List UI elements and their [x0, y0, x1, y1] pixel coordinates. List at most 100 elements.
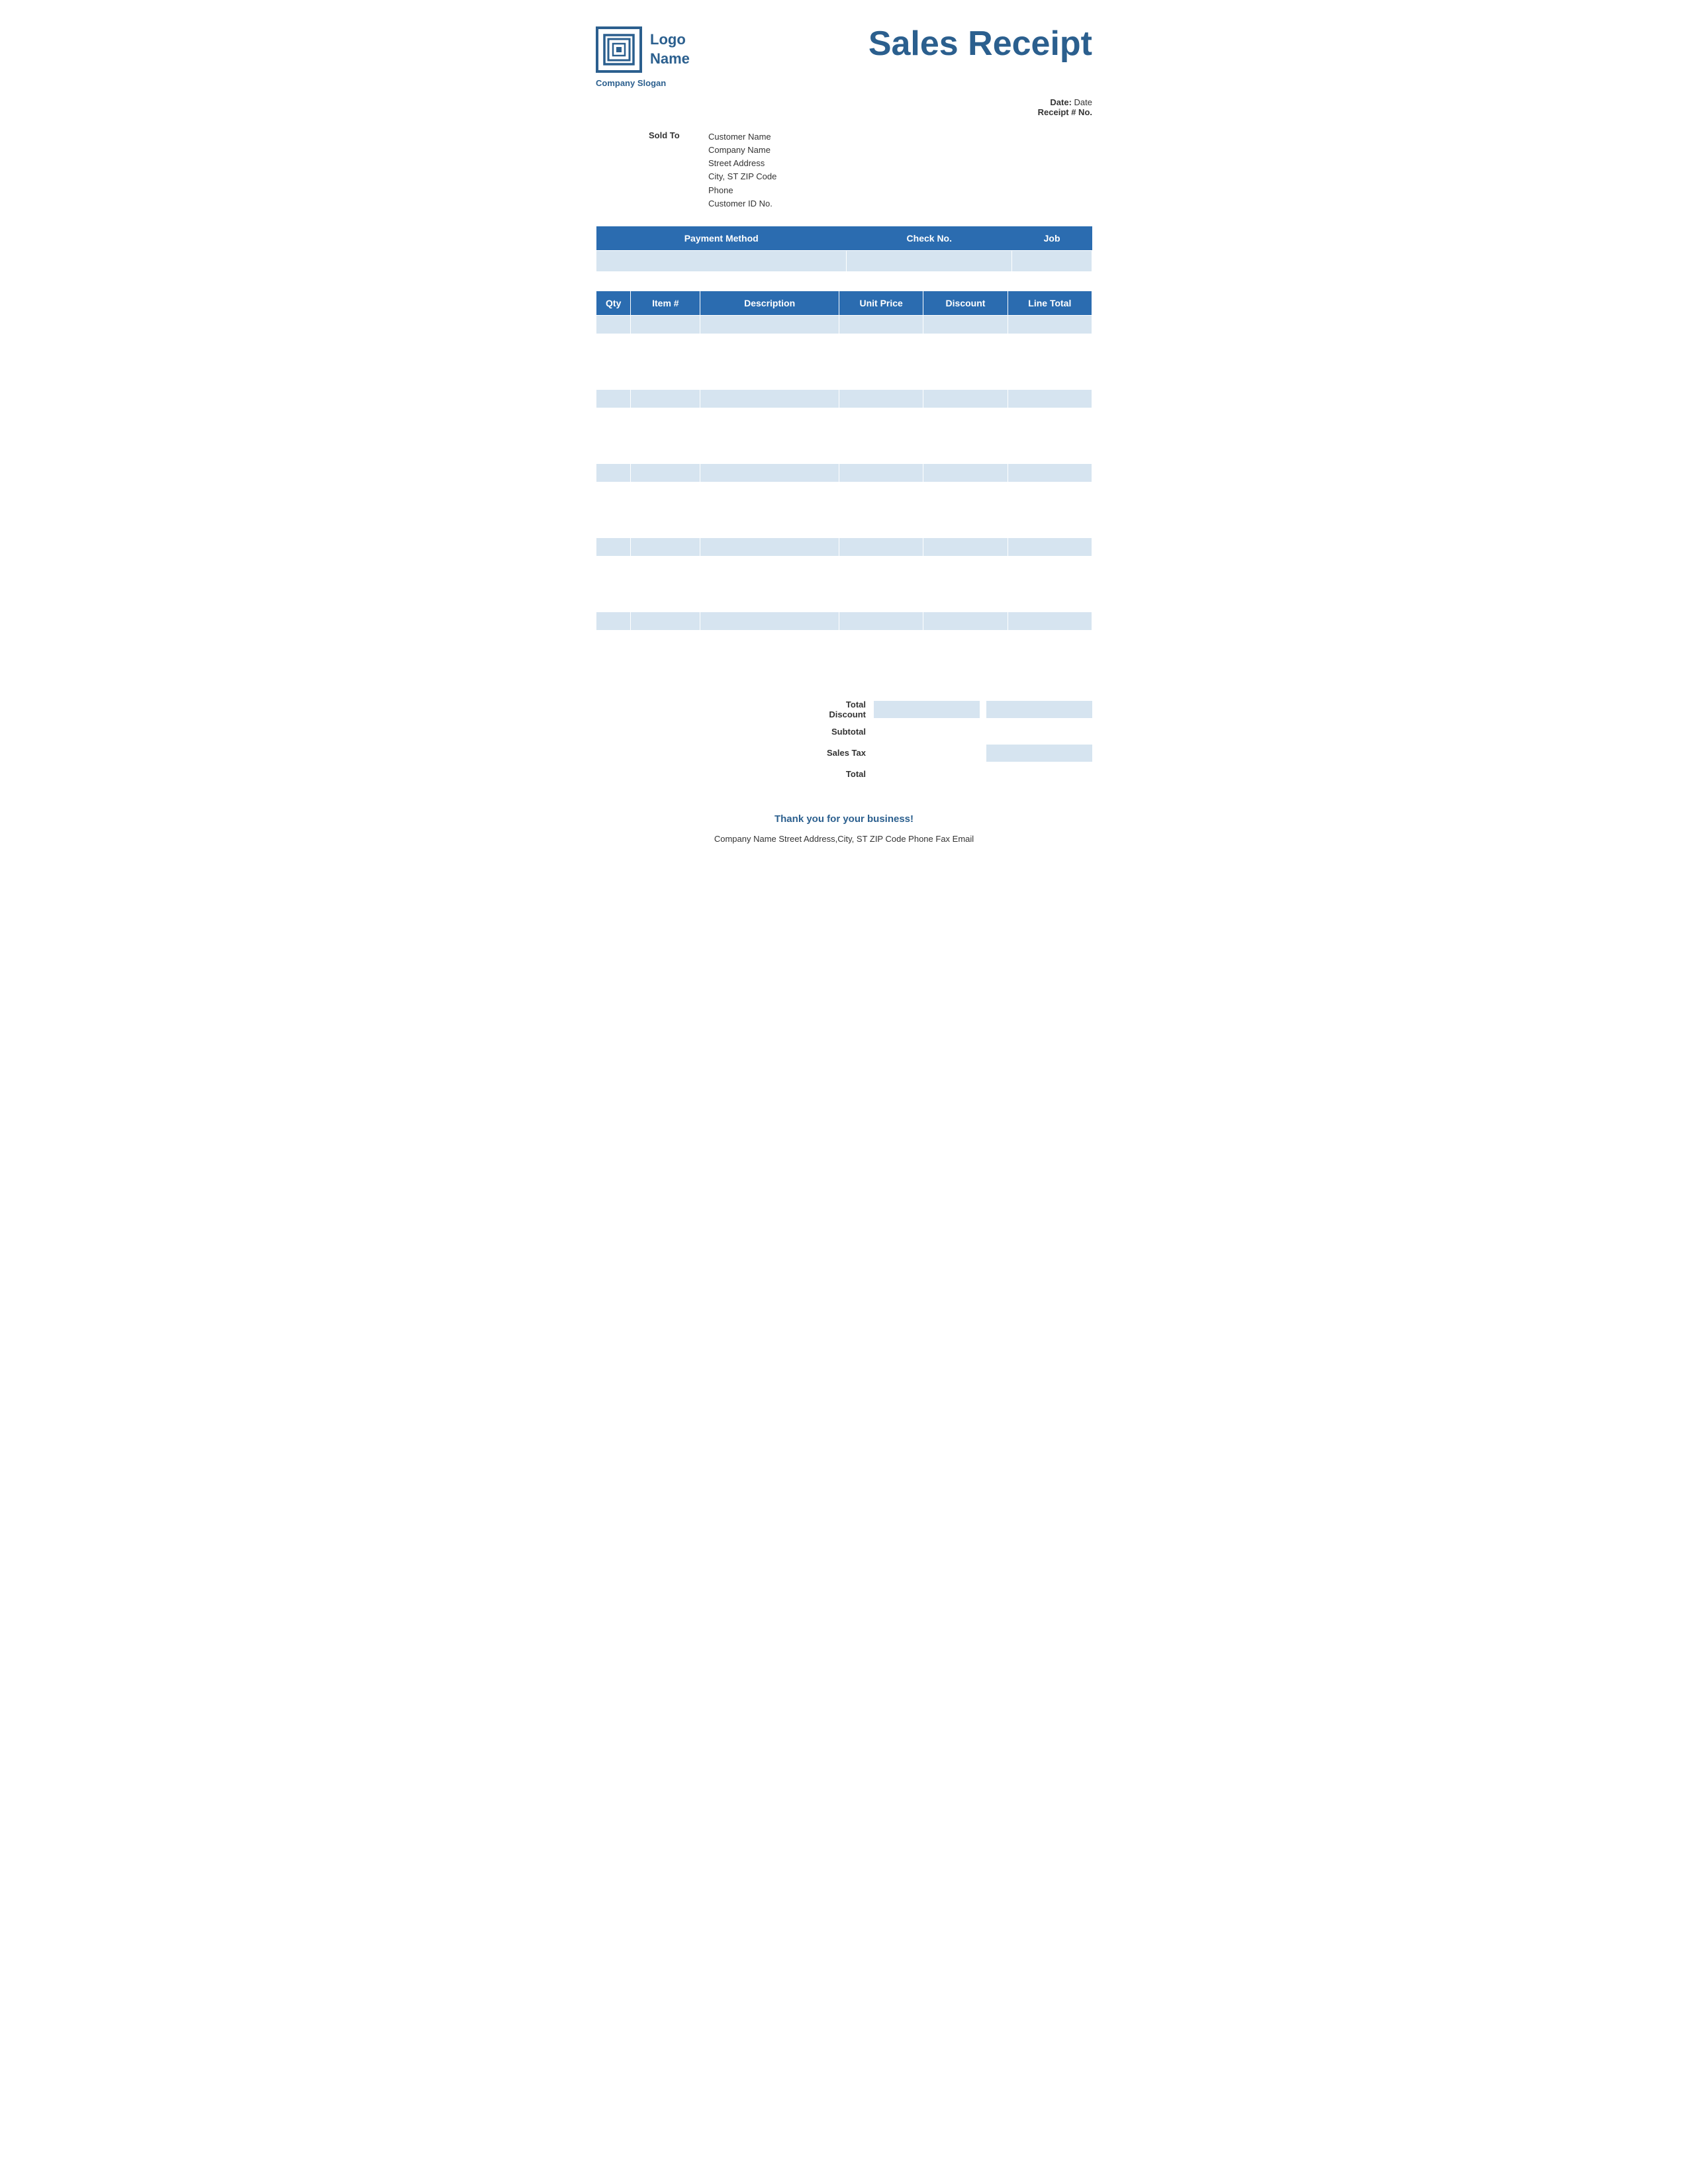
- date-value: Date: [1074, 97, 1092, 107]
- table-cell: [700, 463, 839, 482]
- table-cell: [1008, 426, 1092, 445]
- table-cell: [839, 574, 923, 593]
- subtotal-row: Subtotal: [814, 723, 1092, 741]
- table-row: [596, 537, 1092, 556]
- payment-method-cell: [596, 250, 847, 271]
- table-cell: [631, 426, 700, 445]
- page-title: Sales Receipt: [868, 26, 1092, 61]
- table-cell: [923, 389, 1008, 408]
- table-spacer-row: [596, 482, 1092, 500]
- table-cell: [700, 352, 839, 371]
- table-cell: [596, 352, 631, 371]
- qty-header: Qty: [596, 291, 631, 315]
- table-row: [596, 612, 1092, 630]
- line-total-header: Line Total: [1008, 291, 1092, 315]
- table-cell: [839, 649, 923, 667]
- sold-to-section: Sold To Customer Name Company Name Stree…: [596, 130, 1092, 210]
- table-cell: [923, 463, 1008, 482]
- date-label: Date:: [1050, 97, 1072, 107]
- table-cell: [596, 500, 631, 519]
- sales-tax-space: [874, 745, 980, 762]
- table-cell: [700, 426, 839, 445]
- check-no-header: Check No.: [847, 226, 1012, 251]
- table-row: [596, 426, 1092, 445]
- company-name: Company Name: [708, 144, 776, 157]
- table-cell: [923, 574, 1008, 593]
- job-header: Job: [1012, 226, 1092, 251]
- table-cell: [631, 315, 700, 334]
- table-cell: [1008, 315, 1092, 334]
- table-cell: [839, 612, 923, 630]
- table-cell: [700, 389, 839, 408]
- table-cell: [596, 574, 631, 593]
- logo-area: Logo Name: [596, 26, 690, 73]
- description-header: Description: [700, 291, 839, 315]
- subtotal-space: [874, 723, 980, 741]
- table-cell: [700, 500, 839, 519]
- table-cell: [839, 463, 923, 482]
- table-spacer-row: [596, 556, 1092, 574]
- payment-table: Payment Method Check No. Job: [596, 226, 1092, 272]
- table-cell: [839, 315, 923, 334]
- customer-name: Customer Name: [708, 130, 776, 144]
- table-spacer-row: [596, 667, 1092, 686]
- table-cell: [631, 463, 700, 482]
- table-row: [596, 500, 1092, 519]
- table-row: [596, 574, 1092, 593]
- job-cell: [1012, 250, 1092, 271]
- total-discount-label: Total Discount: [814, 700, 874, 719]
- table-cell: [1008, 389, 1092, 408]
- totals-section: Total Discount Subtotal Sales Tax Total: [596, 700, 1092, 787]
- table-cell: [839, 352, 923, 371]
- total-discount-value: [874, 701, 980, 718]
- logo-text: Logo Name: [650, 30, 690, 68]
- table-cell: [631, 537, 700, 556]
- payment-method-header: Payment Method: [596, 226, 847, 251]
- thank-you-message: Thank you for your business!: [596, 813, 1092, 825]
- total-row: Total: [814, 766, 1092, 783]
- sales-tax-row: Sales Tax: [814, 745, 1092, 762]
- table-cell: [839, 426, 923, 445]
- subtotal-label: Subtotal: [814, 727, 874, 737]
- table-cell: [700, 315, 839, 334]
- table-cell: [923, 537, 1008, 556]
- table-cell: [631, 649, 700, 667]
- table-cell: [923, 315, 1008, 334]
- table-cell: [923, 426, 1008, 445]
- total-discount-value2: [986, 701, 1092, 718]
- footer-company-info: Company Name Street Address,City, ST ZIP…: [596, 834, 1092, 844]
- table-cell: [631, 389, 700, 408]
- table-cell: [1008, 649, 1092, 667]
- table-cell: [631, 574, 700, 593]
- phone: Phone: [708, 184, 776, 197]
- table-spacer-row: [596, 630, 1092, 649]
- table-cell: [700, 537, 839, 556]
- date-line: Date: Date: [596, 97, 1092, 107]
- total-label: Total: [814, 769, 874, 779]
- page-header: Logo Name Sales Receipt: [596, 26, 1092, 73]
- table-cell: [700, 612, 839, 630]
- table-cell: [839, 500, 923, 519]
- item-header: Item #: [631, 291, 700, 315]
- table-cell: [1008, 500, 1092, 519]
- table-cell: [1008, 574, 1092, 593]
- table-cell: [923, 649, 1008, 667]
- receipt-number: Receipt # No.: [596, 107, 1092, 117]
- table-spacer-row: [596, 371, 1092, 389]
- check-no-cell: [847, 250, 1012, 271]
- table-cell: [1008, 463, 1092, 482]
- title-area: Sales Receipt: [868, 26, 1092, 61]
- subtotal-value: [986, 723, 1092, 741]
- table-spacer-row: [596, 519, 1092, 537]
- table-cell: [839, 537, 923, 556]
- table-cell: [596, 612, 631, 630]
- city-state-zip: City, ST ZIP Code: [708, 170, 776, 183]
- table-cell: [596, 649, 631, 667]
- table-cell: [923, 500, 1008, 519]
- company-slogan: Company Slogan: [596, 78, 1092, 88]
- table-cell: [1008, 537, 1092, 556]
- unit-price-header: Unit Price: [839, 291, 923, 315]
- table-row: [596, 389, 1092, 408]
- sales-tax-label: Sales Tax: [814, 748, 874, 758]
- table-spacer-row: [596, 445, 1092, 463]
